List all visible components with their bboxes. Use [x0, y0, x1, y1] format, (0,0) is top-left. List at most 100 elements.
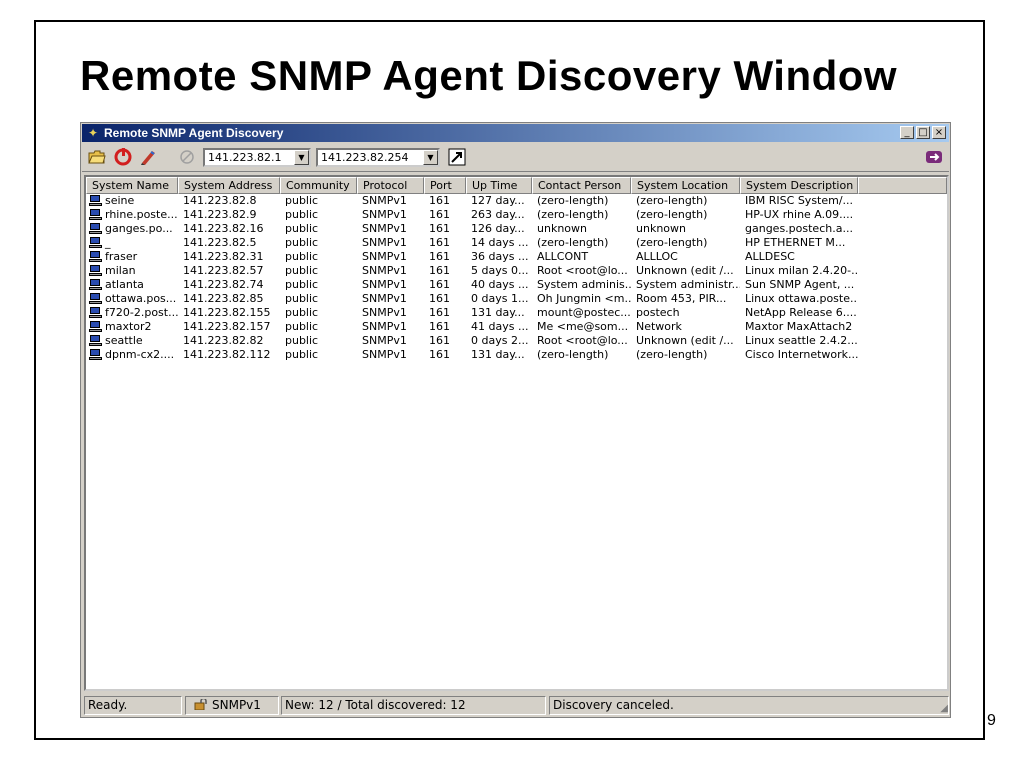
computer-icon — [89, 223, 102, 235]
start-ip-combo[interactable]: 141.223.82.1 ▼ — [203, 148, 311, 167]
end-ip-value: 141.223.82.254 — [321, 151, 409, 164]
refresh-icon[interactable] — [112, 146, 134, 168]
table-cell: SNMPv1 — [362, 236, 407, 249]
maximize-button[interactable]: □ — [916, 126, 930, 139]
table-cell: 131 day... — [471, 348, 525, 361]
table-row[interactable]: seine 141.223.82.8 public SNMPv1 161 127 day.… — [86, 194, 947, 208]
exit-icon[interactable] — [923, 146, 945, 168]
table-cell: 161 — [429, 306, 450, 319]
app-icon: ✦ — [87, 126, 99, 140]
table-header: System Name System Address Community Pro… — [86, 177, 947, 194]
minimize-button[interactable]: _ — [900, 126, 914, 139]
edit-pen-icon[interactable] — [137, 146, 159, 168]
table-cell: HP ETHERNET M... — [745, 236, 846, 249]
table-cell: 40 days ... — [471, 278, 529, 291]
table-cell: 161 — [429, 208, 450, 221]
table-cell: 141.223.82.5 — [183, 236, 257, 249]
table-cell: System adminis... — [537, 278, 631, 291]
computer-icon — [89, 349, 102, 361]
agent-list[interactable]: System Name System Address Community Pro… — [84, 175, 949, 691]
table-cell: 161 — [429, 348, 450, 361]
table-row[interactable]: fraser 141.223.82.31 public SNMPv1 161 36 day… — [86, 250, 947, 264]
table-cell: Linux seattle 2.4.2... — [745, 334, 858, 347]
column-header[interactable]: Contact Person — [532, 177, 631, 194]
table-row[interactable]: rhine.poste... 141.223.82.9 public SNMPv1 16… — [86, 208, 947, 222]
table-cell: postech — [636, 306, 680, 319]
table-cell: 161 — [429, 334, 450, 347]
chevron-down-icon[interactable]: ▼ — [423, 150, 438, 165]
computer-icon — [89, 237, 102, 249]
column-header[interactable]: Protocol — [357, 177, 424, 194]
close-button[interactable]: × — [932, 126, 946, 139]
table-cell: 161 — [429, 292, 450, 305]
table-row[interactable]: f720-2.post... 141.223.82.155 public SNMPv1… — [86, 306, 947, 320]
computer-icon — [89, 321, 102, 333]
table-cell: public — [285, 292, 319, 305]
table-cell: (zero-length) — [636, 208, 708, 221]
slide-title: Remote SNMP Agent Discovery Window — [80, 52, 898, 99]
column-header[interactable]: Community — [280, 177, 357, 194]
table-cell: public — [285, 306, 319, 319]
table-cell: 141.223.82.31 — [183, 250, 264, 263]
table-cell: 263 day... — [471, 208, 525, 221]
table-cell: 141.223.82.112 — [183, 348, 271, 361]
column-header[interactable]: System Description — [740, 177, 858, 194]
table-cell: _ — [86, 236, 178, 250]
table-cell: 0 days 2... — [471, 334, 529, 347]
table-row[interactable]: atlanta 141.223.82.74 public SNMPv1 161 40 da… — [86, 278, 947, 292]
column-header[interactable]: Up Time — [466, 177, 532, 194]
computer-icon — [89, 335, 102, 347]
table-cell: SNMPv1 — [362, 278, 407, 291]
table-cell: fraser — [86, 250, 178, 264]
open-folder-icon[interactable] — [86, 146, 108, 168]
table-cell: Room 453, PIR... — [636, 292, 727, 305]
table-row[interactable]: seattle 141.223.82.82 public SNMPv1 161 0 day… — [86, 334, 947, 348]
column-header[interactable]: System Location — [631, 177, 740, 194]
table-cell: 161 — [429, 264, 450, 277]
table-cell: Cisco Internetwork... — [745, 348, 858, 361]
table-cell: Linux milan 2.4.20-... — [745, 264, 858, 277]
system-name: atlanta — [105, 278, 144, 291]
table-cell: 161 — [429, 194, 450, 207]
table-cell: Root <root@lo... — [537, 264, 628, 277]
table-cell: f720-2.post... — [86, 306, 178, 320]
table-cell: Sun SNMP Agent, ... — [745, 278, 855, 291]
table-body: seine 141.223.82.8 public SNMPv1 161 127 day.… — [86, 194, 947, 362]
table-cell: 141.223.82.82 — [183, 334, 264, 347]
window-titlebar[interactable]: ✦ Remote SNMP Agent Discovery _ □ × — [82, 124, 949, 142]
column-header[interactable]: System Address — [178, 177, 280, 194]
table-cell: Root <root@lo... — [537, 334, 628, 347]
column-header[interactable] — [858, 177, 947, 194]
table-cell: (zero-length) — [636, 236, 708, 249]
table-cell: milan — [86, 264, 178, 278]
lock-icon — [194, 697, 208, 711]
chevron-down-icon[interactable]: ▼ — [294, 150, 309, 165]
table-cell: public — [285, 222, 319, 235]
table-cell: Unknown (edit /... — [636, 264, 734, 277]
table-cell: Linux ottawa.poste... — [745, 292, 858, 305]
table-cell: 141.223.82.8 — [183, 194, 257, 207]
table-cell: seine — [86, 194, 178, 208]
column-header[interactable]: Port — [424, 177, 466, 194]
column-header[interactable]: System Name — [86, 177, 178, 194]
computer-icon — [89, 293, 102, 305]
table-cell: IBM RISC System/... — [745, 194, 854, 207]
stop-icon[interactable] — [176, 146, 198, 168]
table-row[interactable]: dpnm-cx2.... 141.223.82.112 public SNMPv1 16… — [86, 348, 947, 362]
end-ip-combo[interactable]: 141.223.82.254 ▼ — [316, 148, 440, 167]
table-cell: Unknown (edit /... — [636, 334, 734, 347]
table-cell: unknown — [636, 222, 686, 235]
table-cell: 36 days ... — [471, 250, 529, 263]
table-row[interactable]: maxtor2 141.223.82.157 public SNMPv1 161 41 d… — [86, 320, 947, 334]
resize-grip-icon[interactable]: ◢ — [936, 703, 948, 715]
discover-icon[interactable] — [446, 146, 468, 168]
discovery-window: ✦ Remote SNMP Agent Discovery _ □ × 141.… — [80, 122, 951, 718]
table-cell: 161 — [429, 278, 450, 291]
table-cell: public — [285, 250, 319, 263]
table-row[interactable]: _ 141.223.82.5 public SNMPv1 161 14 days ... (… — [86, 236, 947, 250]
table-row[interactable]: ottawa.pos... 141.223.82.85 public SNMPv1 16… — [86, 292, 947, 306]
computer-icon — [89, 265, 102, 277]
table-cell: 5 days 0... — [471, 264, 529, 277]
table-row[interactable]: milan 141.223.82.57 public SNMPv1 161 5 days … — [86, 264, 947, 278]
table-row[interactable]: ganges.po... 141.223.82.16 public SNMPv1 161… — [86, 222, 947, 236]
